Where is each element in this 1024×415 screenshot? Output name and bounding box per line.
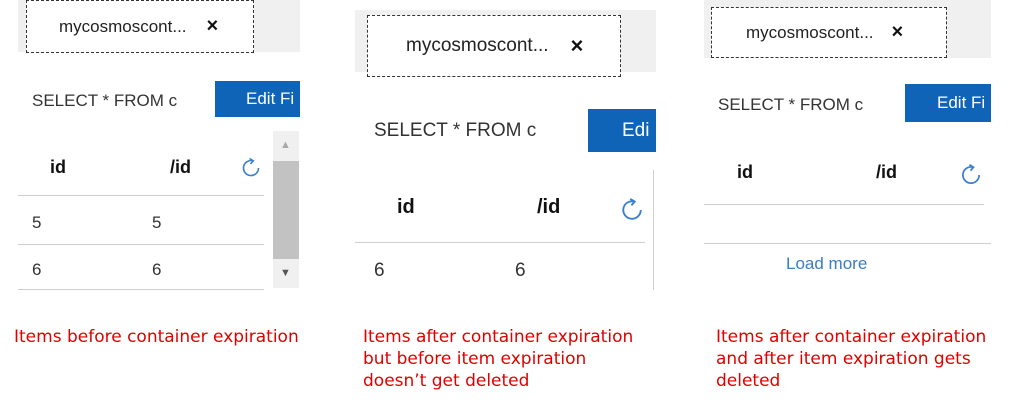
close-icon[interactable]: × [571,33,584,59]
cell-id[interactable]: 6 [374,260,385,282]
column-header-pk[interactable]: /id [876,162,897,183]
close-icon[interactable]: × [892,21,904,44]
refresh-icon[interactable] [958,162,984,188]
query-tab[interactable]: mycosmoscont... × [26,0,254,53]
scrollbar-thumb[interactable] [273,161,299,259]
column-header-id[interactable]: id [397,196,415,219]
cell-id[interactable]: 5 [32,213,41,233]
row-divider [18,244,264,245]
caption-before-expiration: Items before container expiration [14,326,299,348]
cell-id[interactable]: 6 [32,260,41,280]
header-divider [704,204,984,205]
load-more-link[interactable]: Load more [786,254,867,274]
panel-before-expiration: mycosmoscont... × SELECT * FROM c Edit F… [18,0,300,300]
header-divider [18,195,264,196]
edit-filter-button[interactable]: Edit Fi [905,84,991,122]
column-header-pk[interactable]: /id [537,196,560,219]
tab-label: mycosmoscont... [406,35,549,56]
caption-line: doesn’t get deleted [363,371,530,391]
refresh-icon[interactable] [618,196,646,224]
tab-label: mycosmoscont... [746,22,874,42]
row-divider [18,289,264,290]
query-text[interactable]: SELECT * FROM c [718,95,863,115]
edit-filter-label: Edit Fi [246,89,295,108]
scroll-edge [653,170,654,290]
query-tab[interactable]: mycosmoscont... × [367,15,621,77]
panel-after-item-expiration: mycosmoscont... × SELECT * FROM c Edit F… [704,0,991,290]
refresh-icon[interactable] [239,156,263,180]
column-header-id[interactable]: id [50,157,66,178]
edit-filter-label: Edit Fi [937,93,986,112]
scroll-up-icon[interactable]: ▲ [280,139,291,151]
edit-filter-button[interactable]: Edit Fi [215,81,300,117]
caption-line: deleted [716,371,781,391]
cell-pk[interactable]: 6 [515,260,526,282]
header-divider [355,242,645,243]
cell-pk[interactable]: 5 [152,213,161,233]
caption-line: and after item expiration gets [716,349,971,369]
caption-after-item-expiration: Items after container expiration and aft… [716,326,986,392]
list-end-divider [704,243,991,244]
caption-line: Items before container expiration [14,327,299,347]
query-text[interactable]: SELECT * FROM c [374,120,536,142]
column-header-pk[interactable]: /id [170,157,191,178]
scroll-down-icon[interactable]: ▼ [280,267,291,279]
panel-after-container-expiration: mycosmoscont... × SELECT * FROM c Edi id… [355,10,656,290]
query-text[interactable]: SELECT * FROM c [32,91,177,111]
edit-filter-button[interactable]: Edi [588,109,656,152]
edit-filter-label: Edi [622,119,650,141]
cell-pk[interactable]: 6 [152,260,161,280]
vertical-scrollbar[interactable]: ▲ ▼ [273,131,299,288]
caption-after-container-expiration: Items after container expiration but bef… [363,326,633,392]
query-tab[interactable]: mycosmoscont... × [711,7,947,58]
tab-label: mycosmoscont... [59,16,187,36]
caption-line: Items after container expiration [363,327,634,347]
close-icon[interactable]: × [207,15,219,38]
caption-line: but before item expiration [363,349,587,369]
column-header-id[interactable]: id [737,162,753,183]
caption-line: Items after container expiration [716,327,987,347]
